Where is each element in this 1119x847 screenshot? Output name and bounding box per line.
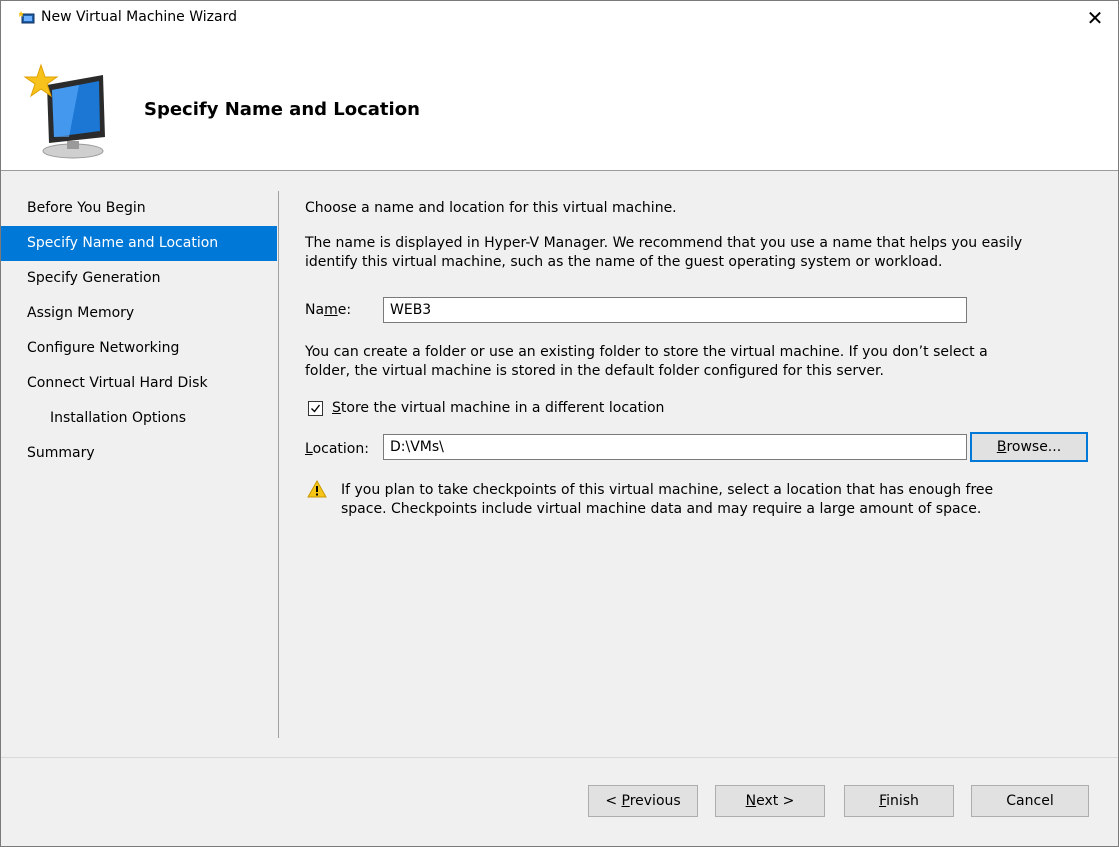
name-input[interactable]: WEB3: [383, 297, 967, 323]
virtual-machine-icon: [19, 63, 119, 163]
hyper-v-icon: [18, 11, 35, 25]
warning-line-2: space. Checkpoints include virtual machi…: [341, 501, 982, 517]
browse-button[interactable]: Browse...: [970, 432, 1088, 462]
store-location-checkbox[interactable]: [308, 401, 323, 416]
sidebar-item-summary[interactable]: Summary: [1, 436, 277, 471]
wizard-window: New Virtual Machine Wizard ✕ Specify Nam…: [0, 0, 1119, 847]
next-button[interactable]: Next >: [715, 785, 825, 817]
close-button[interactable]: ✕: [1072, 1, 1118, 35]
sidebar-item-connect-virtual-hard-disk[interactable]: Connect Virtual Hard Disk: [1, 366, 277, 401]
wizard-steps-sidebar: Before You Begin Specify Name and Locati…: [1, 191, 277, 471]
sidebar-item-before-you-begin[interactable]: Before You Begin: [1, 191, 277, 226]
wizard-body: Before You Begin Specify Name and Locati…: [1, 171, 1118, 757]
footer-buttons: < Previous Next > Finish Cancel: [1, 758, 1118, 846]
location-input[interactable]: D:\VMs\: [383, 434, 967, 460]
sidebar-item-assign-memory[interactable]: Assign Memory: [1, 296, 277, 331]
sidebar-item-installation-options[interactable]: Installation Options: [1, 401, 277, 436]
name-label: Name:: [305, 302, 352, 318]
page-title: Specify Name and Location: [144, 99, 420, 120]
sidebar-divider: [278, 191, 279, 738]
checkmark-icon: [311, 404, 321, 413]
title-bar: New Virtual Machine Wizard ✕: [1, 1, 1118, 35]
warning-icon: [307, 479, 327, 498]
folder-description-line-1: You can create a folder or use an existi…: [305, 344, 988, 360]
folder-description-line-2: folder, the virtual machine is stored in…: [305, 363, 884, 379]
window-title: New Virtual Machine Wizard: [41, 9, 237, 25]
previous-button[interactable]: < Previous: [588, 785, 698, 817]
finish-button[interactable]: Finish: [844, 785, 954, 817]
header-banner: Specify Name and Location: [1, 35, 1118, 171]
description-line-2: identify this virtual machine, such as t…: [305, 254, 943, 270]
store-location-label[interactable]: Store the virtual machine in a different…: [332, 400, 664, 416]
close-icon: ✕: [1086, 6, 1104, 30]
sidebar-item-specify-name-and-location[interactable]: Specify Name and Location: [1, 226, 277, 261]
cancel-button[interactable]: Cancel: [971, 785, 1089, 817]
description-line-1: The name is displayed in Hyper-V Manager…: [305, 235, 1023, 251]
location-label: Location:: [305, 441, 369, 457]
sidebar-item-configure-networking[interactable]: Configure Networking: [1, 331, 277, 366]
intro-text: Choose a name and location for this virt…: [305, 200, 677, 216]
sidebar-item-specify-generation[interactable]: Specify Generation: [1, 261, 277, 296]
warning-line-1: If you plan to take checkpoints of this …: [341, 482, 994, 498]
